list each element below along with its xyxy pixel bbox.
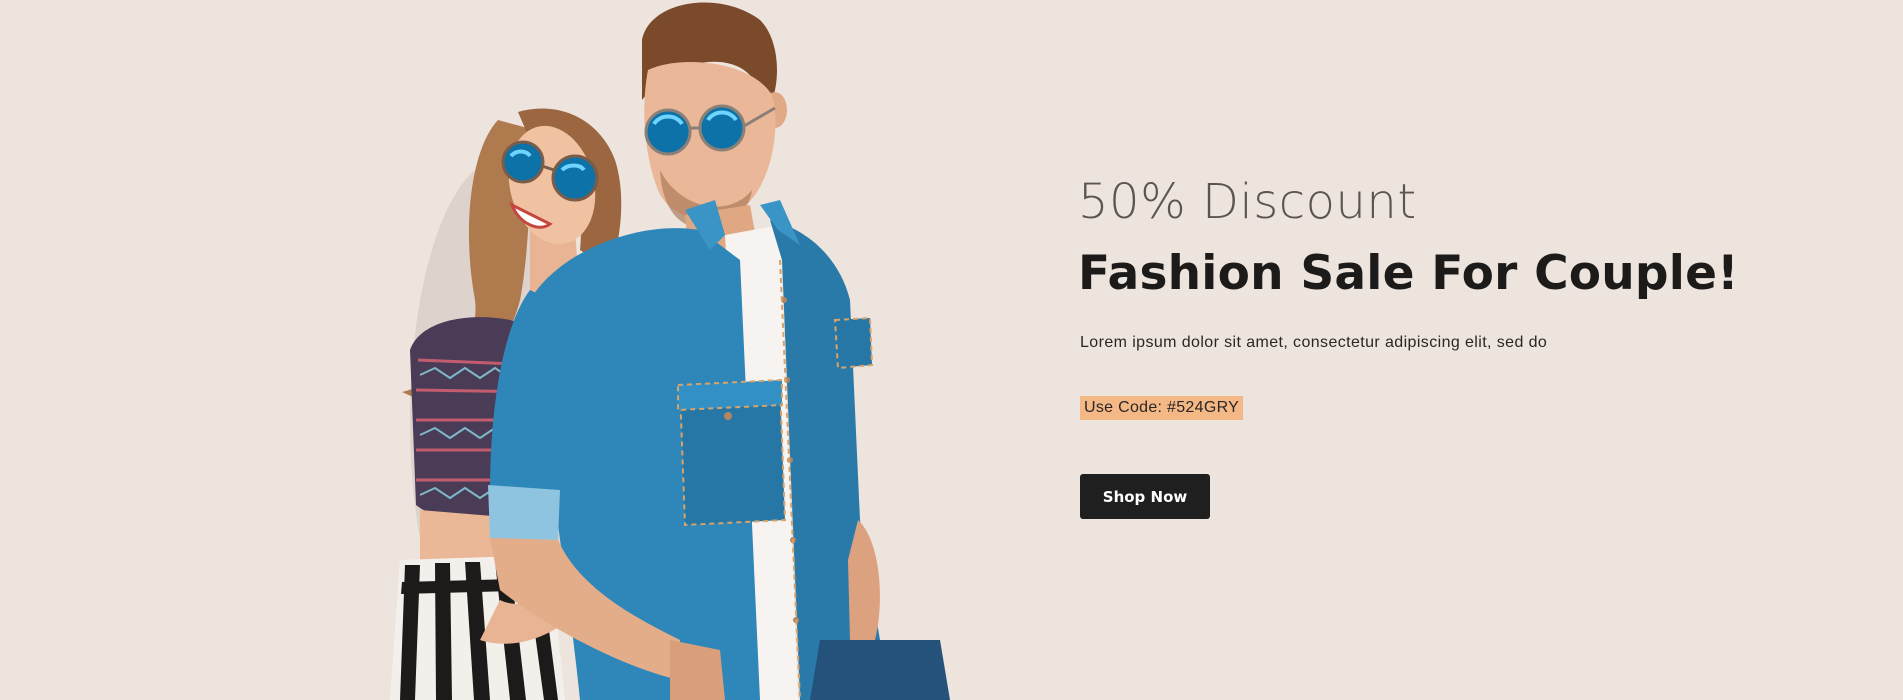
promo-content: 50% Discount Fashion Sale For Couple! Lo…: [1078, 172, 1838, 519]
coupon-code-badge: Use Code: #524GRY: [1080, 396, 1244, 420]
couple-photo: [390, 2, 950, 700]
promo-description: Lorem ipsum dolor sit amet, consectetur …: [1080, 334, 1548, 351]
shop-now-button[interactable]: Shop Now: [1080, 474, 1210, 519]
discount-heading: 50% Discount: [1078, 174, 1417, 230]
hero-banner: 50% Discount Fashion Sale For Couple! Lo…: [0, 0, 1903, 700]
sale-headline: Fashion Sale For Couple!: [1078, 246, 1739, 301]
man-figure: [488, 2, 950, 700]
